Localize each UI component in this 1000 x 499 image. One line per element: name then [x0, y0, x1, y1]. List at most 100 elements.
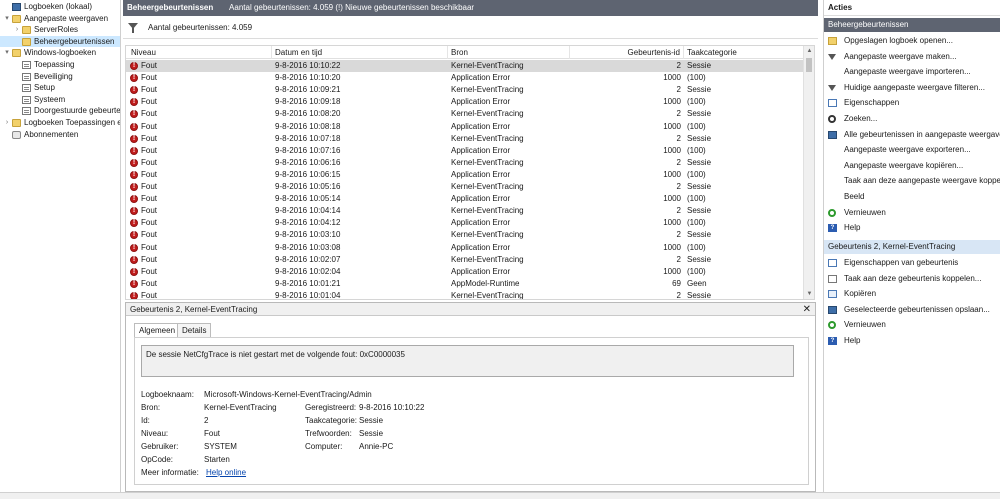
tree-item[interactable]: ▾ Windows-logboeken [0, 47, 120, 59]
table-scrollbar[interactable]: ▲ ▼ [803, 46, 814, 299]
table-row[interactable]: Fout 9-8-2016 10:05:14 Application Error 10… [126, 193, 804, 205]
copy-icon [828, 290, 837, 299]
action-item-label: Vernieuwen [844, 320, 886, 330]
table-row[interactable]: Fout 9-8-2016 10:07:18 Kernel-EventTracing… [126, 133, 804, 145]
chevron-down-icon[interactable]: ▾ [3, 13, 11, 25]
meer-informatie-label: Meer informatie: [141, 468, 199, 477]
table-row[interactable]: Fout 9-8-2016 10:07:16 Application Error 10… [126, 145, 804, 157]
table-row[interactable]: Fout 9-8-2016 10:03:08 Application Error 10… [126, 242, 804, 254]
close-icon[interactable]: ✕ [803, 304, 811, 315]
column-header-taak[interactable]: Taakcategorie [684, 46, 804, 59]
action-item[interactable]: Eigenschappen [824, 97, 1000, 109]
tree-item[interactable]: Abonnementen [0, 129, 120, 141]
table-row[interactable]: Fout 9-8-2016 10:04:12 Application Error 10… [126, 217, 804, 229]
action-item[interactable]: Huidige aangepaste weergave filteren... [824, 82, 1000, 94]
tree-item[interactable]: Logboeken (lokaal) [0, 1, 120, 13]
table-row[interactable]: Fout 9-8-2016 10:10:22 Kernel-EventTracing… [126, 60, 804, 72]
column-header-datum[interactable]: Datum en tijd [272, 46, 448, 59]
error-icon [130, 133, 138, 145]
action-item[interactable]: Taak aan deze gebeurtenis koppelen... [824, 273, 1000, 285]
table-row[interactable]: Fout 9-8-2016 10:05:16 Kernel-EventTracing… [126, 181, 804, 193]
chevron-right-icon[interactable]: › [3, 117, 11, 129]
action-item[interactable]: Taak aan deze aangepaste weergave koppel… [824, 175, 1000, 187]
tree-item[interactable]: Doorgestuurde gebeurtenissen [0, 105, 120, 117]
tree-item[interactable]: ▾ Aangepaste weergaven [0, 13, 120, 25]
table-row[interactable]: Fout 9-8-2016 10:09:21 Kernel-EventTracing… [126, 84, 804, 96]
cell-id: 1000 [663, 242, 681, 252]
action-item[interactable]: Eigenschappen van gebeurtenis [824, 257, 1000, 269]
action-item[interactable]: Vernieuwen [824, 319, 1000, 331]
cell-datum: 9-8-2016 10:07:16 [275, 145, 341, 155]
action-item[interactable]: Kopiëren [824, 288, 1000, 300]
table-row[interactable]: Fout 9-8-2016 10:06:15 Application Error 10… [126, 169, 804, 181]
cell-datum: 9-8-2016 10:07:18 [275, 133, 341, 143]
table-row[interactable]: Fout 9-8-2016 10:01:21 AppModel-Runtime 69 G… [126, 278, 804, 290]
cell-bron: Application Error [451, 218, 511, 228]
action-item[interactable]: Aangepaste weergave kopiëren... [824, 160, 1000, 172]
action-item[interactable]: Alle gebeurtenissen in aangepaste weerga… [824, 129, 1000, 141]
niveau-label: Niveau: [141, 429, 169, 438]
help-online-link[interactable]: Help online [206, 468, 246, 477]
table-row[interactable]: Fout 9-8-2016 10:09:18 Application Error 10… [126, 96, 804, 108]
cell-id: 2 [676, 109, 681, 119]
column-header-bron[interactable]: Bron [448, 46, 570, 59]
cell-id: 2 [676, 157, 681, 167]
action-item[interactable]: Vernieuwen [824, 207, 1000, 219]
tree-item[interactable]: › Logboeken Toepassingen en services [0, 117, 120, 129]
table-row[interactable]: Fout 9-8-2016 10:03:10 Kernel-EventTracing… [126, 229, 804, 241]
action-item[interactable]: Aangepaste weergave maken... [824, 51, 1000, 63]
bron-value: Kernel-EventTracing [204, 403, 277, 412]
action-item[interactable]: Aangepaste weergave exporteren... [824, 144, 1000, 156]
tree-item[interactable]: Toepassing [0, 59, 120, 71]
tree-item-label: Logboeken Toepassingen en services [24, 118, 120, 127]
action-item[interactable]: ? Help [824, 335, 1000, 347]
tab-algemeen[interactable]: Algemeen [134, 323, 181, 338]
navigation-tree[interactable]: Logboeken (lokaal) ▾ Aangepaste weergaven ›… [0, 0, 121, 492]
table-row[interactable]: Fout 9-8-2016 10:08:20 Kernel-EventTracing… [126, 108, 804, 120]
actions-section-view[interactable]: Beheergebeurtenissen [824, 18, 1000, 32]
center-title-bar: Beheergebeurtenissen Aantal gebeurteniss… [123, 0, 818, 16]
action-item-label: Aangepaste weergave kopiëren... [844, 160, 964, 170]
cell-datum: 9-8-2016 10:03:10 [275, 230, 341, 240]
error-icon [130, 266, 138, 278]
open-log-icon [828, 37, 837, 45]
cell-bron: Kernel-EventTracing [451, 85, 524, 95]
tree-item[interactable]: › ServerRoles [0, 24, 120, 36]
chevron-right-icon[interactable]: › [13, 24, 21, 36]
error-icon [130, 242, 138, 254]
tab-details[interactable]: Details [177, 323, 212, 337]
table-row[interactable]: Fout 9-8-2016 10:10:20 Application Error 10… [126, 72, 804, 84]
cell-taak: Sessie [687, 182, 712, 191]
action-item[interactable]: Geselecteerde gebeurtenissen opslaan... [824, 304, 1000, 316]
detail-general-body: De sessie NetCfgTrace is niet gestart me… [134, 337, 809, 485]
tree-item[interactable]: Setup [0, 82, 120, 94]
action-item[interactable]: ? Help [824, 222, 1000, 234]
table-row[interactable]: Fout 9-8-2016 10:04:14 Kernel-EventTracing… [126, 205, 804, 217]
chevron-down-icon[interactable]: ▾ [3, 47, 11, 59]
action-item[interactable]: Opgeslagen logboek openen... [824, 35, 1000, 47]
table-row[interactable]: Fout 9-8-2016 10:02:07 Kernel-EventTracing… [126, 254, 804, 266]
column-header-niveau[interactable]: Niveau [126, 46, 272, 59]
event-description[interactable]: De sessie NetCfgTrace is niet gestart me… [141, 345, 794, 377]
log-icon [22, 72, 31, 81]
cell-niveau: Fout [141, 182, 158, 191]
action-item[interactable]: Aangepaste weergave importeren... [824, 66, 1000, 78]
table-row[interactable]: Fout 9-8-2016 10:06:16 Kernel-EventTracing… [126, 157, 804, 169]
actions-section-event[interactable]: Gebeurtenis 2, Kernel-EventTracing [824, 240, 1000, 254]
niveau-value: Fout [204, 429, 221, 438]
tree-item[interactable]: Systeem [0, 94, 120, 106]
scroll-thumb[interactable] [806, 58, 812, 72]
table-row[interactable]: Fout 9-8-2016 10:02:04 Application Error 10… [126, 266, 804, 278]
tree-item[interactable]: Beveiliging [0, 71, 120, 83]
event-table[interactable]: Niveau Datum en tijd Bron Gebeurtenis-id… [125, 45, 815, 300]
table-row[interactable]: Fout 9-8-2016 10:01:04 Kernel-EventTracing… [126, 290, 804, 299]
table-row[interactable]: Fout 9-8-2016 10:08:18 Application Error 10… [126, 121, 804, 133]
action-item[interactable]: Beeld [824, 191, 1000, 203]
column-header-id[interactable]: Gebeurtenis-id [570, 46, 684, 59]
actions-title: Acties [824, 0, 1000, 16]
action-item[interactable]: Zoeken... [824, 113, 1000, 125]
cell-niveau: Fout [141, 278, 158, 288]
scroll-down-icon[interactable]: ▼ [804, 289, 814, 299]
tree-item[interactable]: Beheergebeurtenissen [0, 35, 120, 48]
scroll-up-icon[interactable]: ▲ [804, 46, 814, 56]
